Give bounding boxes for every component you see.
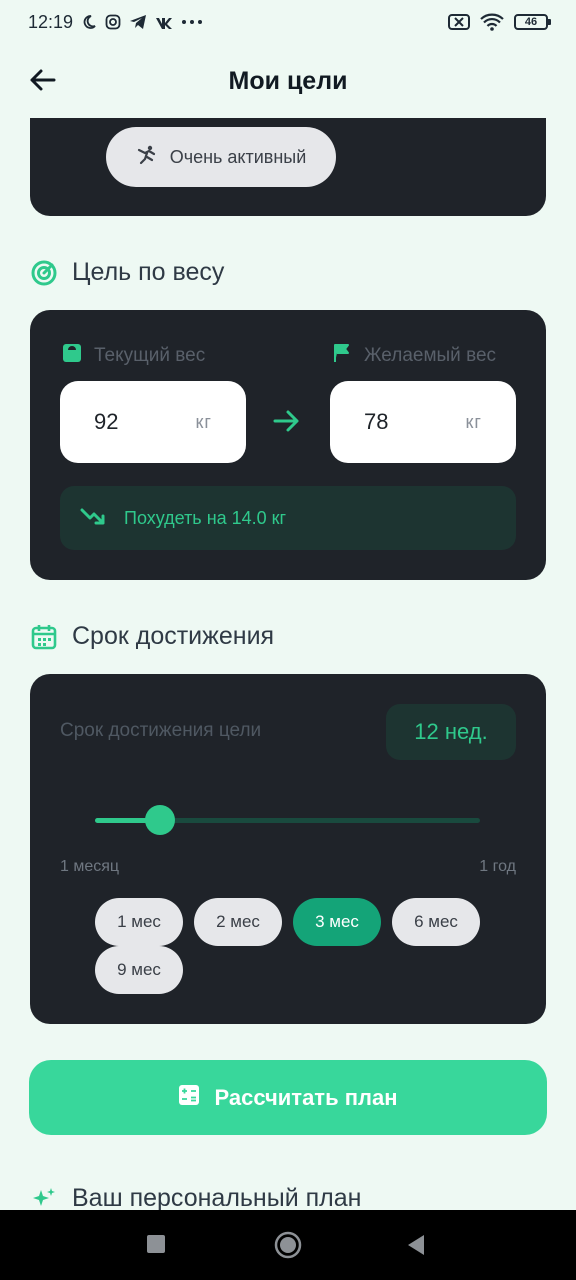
target-weight-label: Желаемый вес <box>332 343 496 369</box>
weight-goal-heading: Цель по весу <box>30 258 224 287</box>
chip-3-months[interactable]: 3 мес <box>293 898 381 946</box>
deadline-title: Срок достижения <box>72 622 275 650</box>
scroll-content[interactable]: Очень активный Цель по весу Текущий вес … <box>0 118 576 1210</box>
sim-off-icon <box>448 13 470 31</box>
slider-thumb[interactable] <box>145 805 175 835</box>
deadline-label: Срок достижения цели <box>60 720 262 741</box>
weight-goal-title: Цель по весу <box>72 258 225 286</box>
activity-level-chip[interactable]: Очень активный <box>106 127 336 187</box>
target-weight-field[interactable]: 78 кг <box>330 381 516 463</box>
chip-9-months[interactable]: 9 мес <box>95 946 183 994</box>
deadline-heading: Срок достижения <box>30 622 274 651</box>
battery-indicator: 46 <box>514 14 551 30</box>
moon-icon <box>81 14 97 30</box>
target-weight-unit: кг <box>465 411 482 432</box>
chip-6-months[interactable]: 6 мес <box>392 898 480 946</box>
sparkles-icon <box>30 1185 58 1211</box>
target-icon <box>30 259 58 287</box>
personal-plan-heading: Ваш персональный план <box>30 1184 361 1210</box>
current-weight-label: Текущий вес <box>62 343 205 369</box>
current-weight-unit: кг <box>195 411 212 432</box>
status-time: 12:19 <box>28 11 74 32</box>
telegram-icon <box>129 14 147 30</box>
recent-apps-button[interactable] <box>146 1234 166 1254</box>
personal-plan-title: Ваш персональный план <box>72 1184 362 1210</box>
back-button[interactable] <box>24 62 60 98</box>
system-nav-bar <box>0 1210 576 1280</box>
activity-level-label: Очень активный <box>169 146 307 167</box>
chip-2-months[interactable]: 2 мес <box>194 898 282 946</box>
app-bar: Мои цели <box>0 44 576 118</box>
current-weight-field[interactable]: 92 кг <box>60 381 246 463</box>
status-bar: 12:19 46 <box>0 0 576 44</box>
home-circle-icon <box>274 1231 302 1259</box>
activity-card: Очень активный <box>30 118 546 216</box>
calculate-plan-button[interactable]: Рассчитать план <box>29 1060 547 1135</box>
range-min-label: 1 месяц <box>60 858 120 875</box>
triangle-back-icon <box>408 1235 424 1255</box>
running-person-icon <box>136 145 158 170</box>
wifi-icon <box>480 13 504 31</box>
trending-down-icon <box>80 507 106 530</box>
arrow-right-icon <box>272 406 302 436</box>
chip-1-month[interactable]: 1 мес <box>95 898 183 946</box>
arrow-left-icon <box>30 69 56 91</box>
back-nav-button[interactable] <box>406 1234 426 1256</box>
deadline-slider[interactable] <box>95 805 480 835</box>
range-max-label: 1 год <box>479 858 516 875</box>
weight-goal-card: Текущий вес Желаемый вес 92 кг 78 кг Пох… <box>30 310 546 580</box>
calculate-plan-label: Рассчитать план <box>214 1084 398 1110</box>
calculator-icon <box>178 1084 200 1112</box>
home-button[interactable] <box>274 1231 302 1259</box>
instagram-icon <box>105 14 121 30</box>
more-notifications-icon <box>181 19 203 25</box>
deadline-card: Срок достижения цели 12 нед. 1 месяц 1 г… <box>30 674 546 1024</box>
status-left: 12:19 <box>28 12 203 33</box>
target-weight-value: 78 <box>364 409 389 434</box>
current-weight-value: 92 <box>94 409 119 434</box>
square-icon <box>147 1235 165 1253</box>
scale-icon <box>62 343 82 369</box>
status-right: 46 <box>448 13 551 31</box>
deadline-badge: 12 нед. <box>386 704 516 760</box>
vk-icon <box>155 15 173 29</box>
calendar-icon <box>30 623 58 651</box>
page-title: Мои цели <box>228 66 348 95</box>
weight-change-summary: Похудеть на 14.0 кг <box>60 486 516 550</box>
flag-icon <box>332 343 352 369</box>
weight-change-text: Похудеть на 14.0 кг <box>124 507 287 528</box>
